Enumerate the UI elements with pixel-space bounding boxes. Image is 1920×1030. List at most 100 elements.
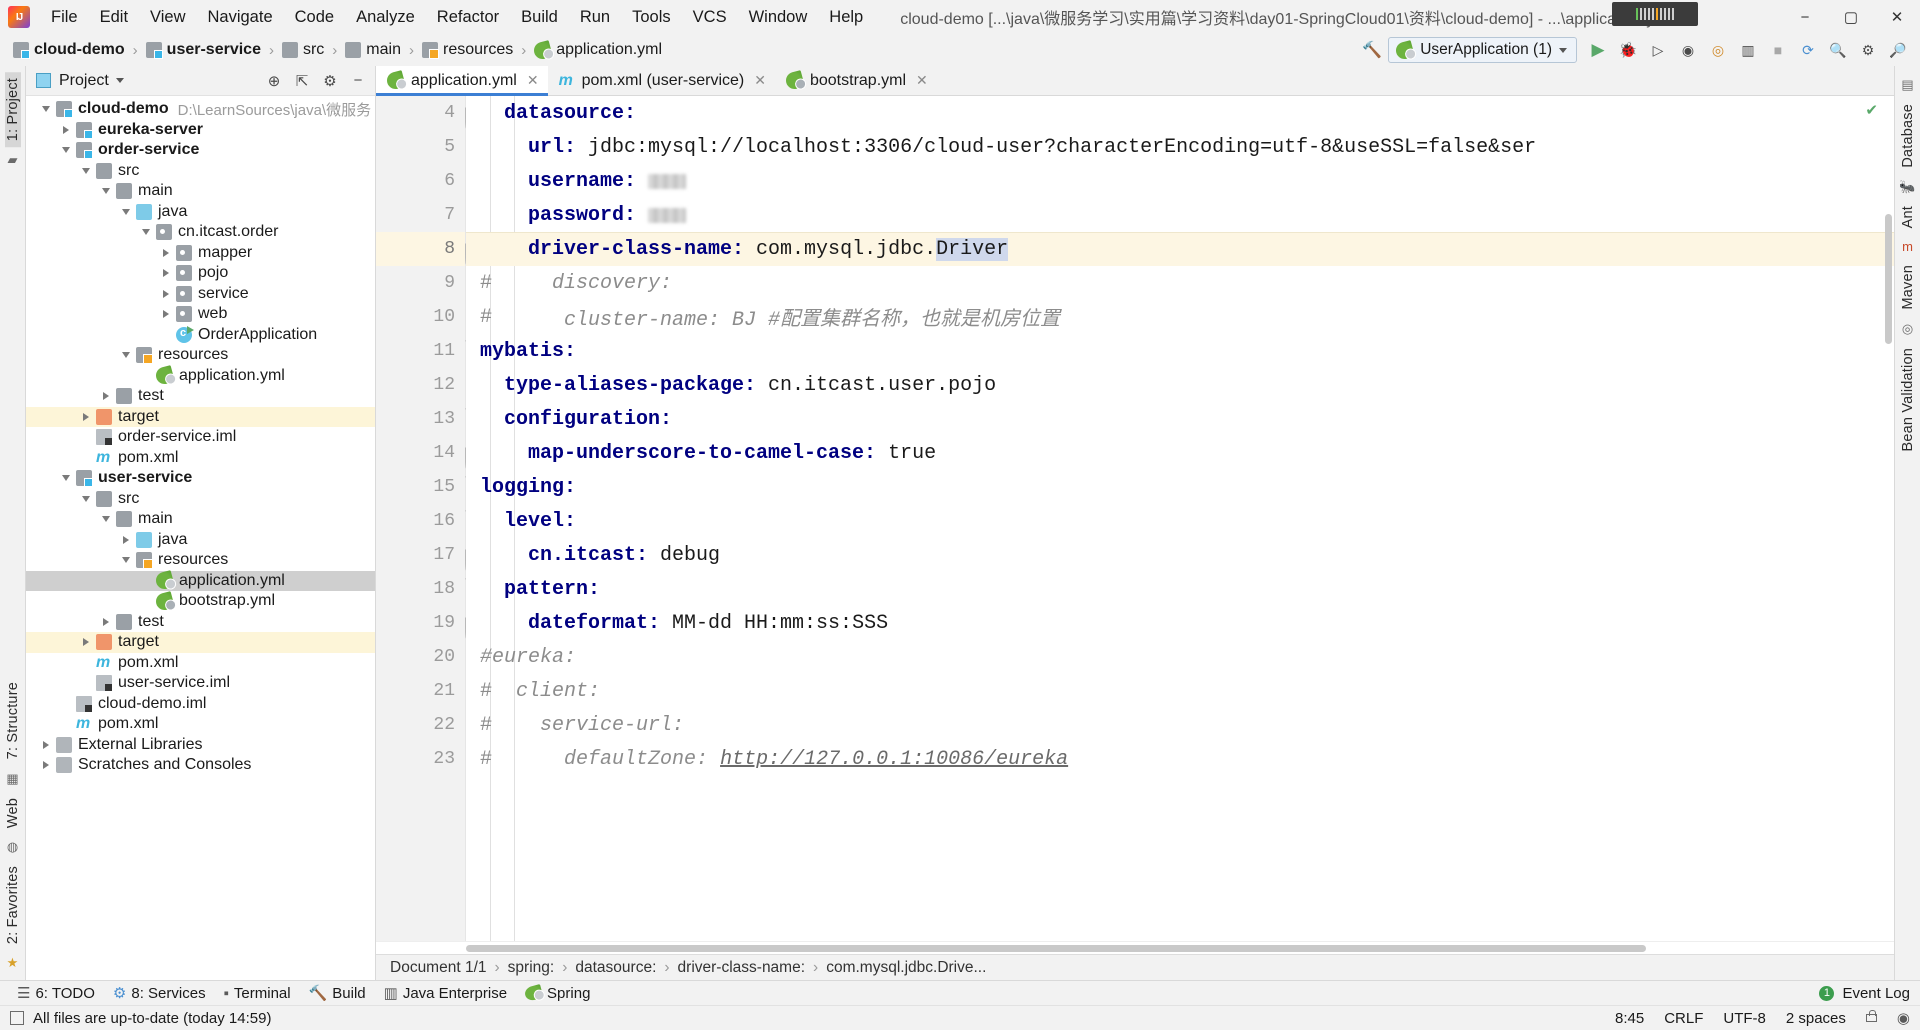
project-tree[interactable]: cloud-demo D:\LearnSources\java\微服务学习\实用篇… <box>26 96 375 980</box>
code-line[interactable]: dateformat: MM-dd HH:mm:ss:SSS <box>466 606 1894 640</box>
gutter-line-number[interactable]: 16 <box>376 504 473 538</box>
gutter-line-number[interactable]: 4 <box>376 96 467 130</box>
code-line[interactable]: username: <box>466 164 1894 198</box>
tree-item-cloud-demo-iml[interactable]: cloud-demo.iml <box>26 694 375 715</box>
nav-crumb-application-yml[interactable]: application.yml <box>531 39 665 61</box>
breadcrumb-driver-class-name[interactable]: driver-class-name: <box>678 959 805 977</box>
close-icon[interactable]: ✕ <box>754 72 766 89</box>
status-inspection-icon[interactable]: ◉ <box>1897 1009 1910 1027</box>
code-line[interactable]: datasource: <box>466 96 1894 130</box>
code-editor[interactable]: 4 5 6 7 8 9 10 11 12 13 14 15 16 17 18 19 20 21 22 23 datas… <box>376 96 1894 941</box>
gutter-line-number[interactable]: 20 <box>376 640 465 674</box>
menu-window[interactable]: Window <box>738 5 819 30</box>
chevron-down-icon[interactable] <box>116 557 136 564</box>
tool-window-build[interactable]: 🔨 Build <box>300 982 375 1004</box>
chevron-right-icon[interactable] <box>96 392 116 401</box>
tree-item-pom-xml[interactable]: m pom.xml <box>26 714 375 735</box>
code-line[interactable]: # discovery: <box>466 266 1894 300</box>
chevron-right-icon[interactable] <box>156 289 176 298</box>
chevron-right-icon[interactable] <box>116 535 136 544</box>
gutter-line-number[interactable]: 7 <box>376 198 465 232</box>
tab-pom-xml[interactable]: m pom.xml (user-service) ✕ <box>547 66 775 95</box>
code-line[interactable]: # defaultZone: http://127.0.0.1:10086/eu… <box>466 742 1894 776</box>
breadcrumb-datasource[interactable]: datasource: <box>575 959 656 977</box>
code-line[interactable]: password: <box>466 198 1894 232</box>
rail-item-bean-validation[interactable]: Bean Validation <box>1900 342 1916 458</box>
tree-item-test[interactable]: test <box>26 612 375 633</box>
tree-item-target[interactable]: target <box>26 406 375 427</box>
hide-panel-icon[interactable]: − <box>347 70 369 92</box>
chevron-right-icon[interactable] <box>36 740 56 749</box>
status-caret-position[interactable]: 8:45 <box>1615 1010 1644 1027</box>
tool-window-terminal[interactable]: ▪ Terminal <box>215 983 300 1004</box>
tree-item-mapper[interactable]: mapper <box>26 243 375 264</box>
debug-button[interactable]: 🐞 <box>1614 37 1642 63</box>
chevron-right-icon[interactable] <box>76 638 96 647</box>
tree-item-application-yml[interactable]: application.yml <box>26 365 375 387</box>
update-project-button[interactable]: ⟳ <box>1794 37 1822 63</box>
menu-vcs[interactable]: VCS <box>682 5 738 30</box>
code-line[interactable]: type-aliases-package: cn.itcast.user.poj… <box>466 368 1894 402</box>
run-dashboard-button[interactable]: ▥ <box>1734 37 1762 63</box>
chevron-right-icon[interactable] <box>156 310 176 319</box>
settings-gear-icon[interactable]: ⚙ <box>1854 37 1882 63</box>
gutter-line-number[interactable]: 13 <box>376 402 473 436</box>
chevron-down-icon[interactable] <box>56 147 76 154</box>
breadcrumb-document[interactable]: Document 1/1 <box>390 959 487 977</box>
tree-item-eureka-server[interactable]: eureka-server <box>26 120 375 141</box>
editor-horizontal-scrollbar[interactable] <box>376 941 1894 954</box>
code-line[interactable]: configuration: <box>466 402 1894 436</box>
status-encoding[interactable]: UTF-8 <box>1723 1010 1766 1027</box>
chevron-down-icon[interactable] <box>115 78 124 83</box>
chevron-down-icon[interactable] <box>76 167 96 174</box>
gutter-line-number[interactable]: 19 <box>376 606 467 640</box>
profile-button[interactable]: ◉ <box>1674 37 1702 63</box>
status-indent[interactable]: 2 spaces <box>1786 1010 1846 1027</box>
tree-item-external-libraries[interactable]: External Libraries <box>26 735 375 756</box>
code-line[interactable]: driver-class-name: com.mysql.jdbc. Driver <box>466 232 1894 266</box>
chevron-right-icon[interactable] <box>76 412 96 421</box>
menu-view[interactable]: View <box>139 5 196 30</box>
search-everywhere-icon[interactable]: 🔍 <box>1824 37 1852 63</box>
gutter-line-number[interactable]: 5 <box>376 130 465 164</box>
gutter-line-number[interactable]: 8 <box>376 232 467 266</box>
code-line[interactable]: logging: <box>466 470 1894 504</box>
code-line[interactable]: url: jdbc:mysql://localhost:3306/cloud-u… <box>466 130 1894 164</box>
rail-item-web[interactable]: Web <box>5 792 21 834</box>
tree-item-application-yml[interactable]: application.yml <box>26 570 375 592</box>
code-line[interactable]: # client: <box>466 674 1894 708</box>
minimize-button[interactable]: − <box>1782 0 1828 34</box>
rail-item-favorites[interactable]: 2: Favorites <box>5 860 21 950</box>
rail-item-database[interactable]: Database <box>1900 98 1916 174</box>
tree-item-test[interactable]: test <box>26 386 375 407</box>
chevron-right-icon[interactable] <box>36 761 56 770</box>
tree-item-pojo[interactable]: pojo <box>26 263 375 284</box>
chevron-down-icon[interactable] <box>76 495 96 502</box>
code-line[interactable]: pattern: <box>466 572 1894 606</box>
tree-item-web[interactable]: web <box>26 304 375 325</box>
search-icon[interactable]: 🔎 <box>1884 37 1912 63</box>
chevron-right-icon[interactable] <box>156 269 176 278</box>
chevron-down-icon[interactable] <box>36 106 56 113</box>
rail-item-maven[interactable]: Maven <box>1900 259 1916 316</box>
tab-bootstrap-yml[interactable]: bootstrap.yml ✕ <box>774 66 937 95</box>
tree-item-cn-itcast-order[interactable]: cn.itcast.order <box>26 222 375 243</box>
tree-item-user-service-iml[interactable]: user-service.iml <box>26 673 375 694</box>
chevron-right-icon[interactable] <box>96 617 116 626</box>
tree-item-user-service[interactable]: user-service <box>26 468 375 489</box>
menu-run[interactable]: Run <box>569 5 621 30</box>
tree-item-main[interactable]: main <box>26 509 375 530</box>
gutter-line-number[interactable]: 6 <box>376 164 465 198</box>
nav-crumb-resources[interactable]: resources <box>419 40 516 60</box>
gutter-line-number[interactable]: 22 <box>376 708 465 742</box>
tool-window-spring[interactable]: Spring <box>516 983 599 1004</box>
gutter-line-number[interactable]: 18 <box>376 572 473 606</box>
code-line[interactable]: level: <box>466 504 1894 538</box>
menu-edit[interactable]: Edit <box>89 5 139 30</box>
code-line[interactable]: mybatis: <box>466 334 1894 368</box>
gutter-line-number[interactable]: 9 <box>376 266 465 300</box>
maximize-button[interactable]: ▢ <box>1828 0 1874 34</box>
code-text[interactable]: datasource: url: jdbc:mysql://localhost:3… <box>466 96 1894 941</box>
tree-item-service[interactable]: service <box>26 284 375 305</box>
stop-button[interactable]: ■ <box>1764 37 1792 63</box>
